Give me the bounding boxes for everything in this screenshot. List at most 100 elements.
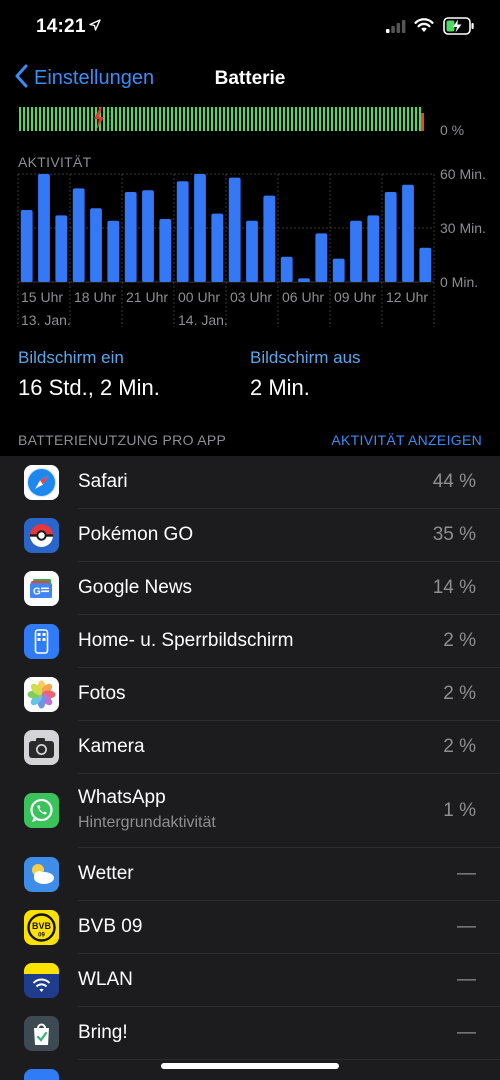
battery-level-bar xyxy=(255,107,257,131)
usage-section-title: BATTERIENUTZUNG PRO APP xyxy=(18,432,227,448)
battery-level-bar xyxy=(159,107,161,131)
x-axis-label: 09 Uhr xyxy=(334,289,377,305)
y-axis-label-60: 60 Min. xyxy=(440,166,486,182)
battery-level-bar xyxy=(39,107,41,131)
battery-level-bar xyxy=(411,107,413,131)
app-row-camera[interactable]: Kamera 2 % xyxy=(0,721,500,774)
battery-level-bar xyxy=(235,107,237,131)
battery-level-bar xyxy=(91,107,93,131)
app-subtitle: Hintergrundaktivität xyxy=(78,814,216,831)
app-row-pokemon-go[interactable]: Pokémon GO 35 % xyxy=(0,509,500,562)
svg-text:BVB: BVB xyxy=(32,921,52,931)
battery-level-bar xyxy=(211,107,213,131)
activity-bar xyxy=(246,220,258,282)
app-name: Home- u. Sperrbildschirm xyxy=(78,630,294,651)
svg-text:09: 09 xyxy=(38,933,45,939)
app-name: Wetter xyxy=(78,863,134,884)
activity-bar xyxy=(280,256,293,282)
battery-level-bar xyxy=(51,107,53,131)
date-label: 13. Jan. xyxy=(21,312,71,328)
app-row-photos[interactable]: Fotos 2 % xyxy=(0,668,500,721)
app-row-home-lock-screen[interactable]: Home- u. Sperrbildschirm 2 % xyxy=(0,615,500,668)
battery-level-bar xyxy=(391,107,393,131)
status-time: 14:21 xyxy=(36,16,86,37)
battery-level-bar xyxy=(79,107,81,131)
app-row-wlan[interactable]: WLAN — xyxy=(0,954,500,1007)
battery-level-bar xyxy=(359,107,361,131)
activity-bar xyxy=(142,190,154,282)
x-axis-label: 12 Uhr xyxy=(386,289,429,305)
battery-level-bar xyxy=(123,107,125,131)
svg-text:G: G xyxy=(33,587,41,598)
battery-level-bar xyxy=(303,107,305,131)
battery-level-bar xyxy=(171,107,173,131)
battery-level-bar xyxy=(415,107,417,131)
battery-level-bar xyxy=(323,107,325,131)
app-percentage: 2 % xyxy=(443,736,476,757)
x-axis-label: 18 Uhr xyxy=(74,289,117,305)
battery-level-bar xyxy=(371,107,373,131)
battery-level-bar xyxy=(271,107,273,131)
battery-level-bar xyxy=(407,107,409,131)
activity-bar xyxy=(38,174,50,282)
app-icon xyxy=(24,1069,59,1080)
battery-level-bar xyxy=(207,107,209,131)
battery-level-axis-label: 0 % xyxy=(440,122,465,138)
app-row-bring[interactable]: Bring! — xyxy=(0,1007,500,1060)
battery-level-bar xyxy=(27,107,29,131)
app-row-bvb[interactable]: BVB 09 BVB 09 — xyxy=(0,901,500,954)
battery-level-bar xyxy=(299,107,301,131)
battery-level-chart xyxy=(18,107,428,131)
screen-off-value: 2 Min. xyxy=(250,375,310,400)
battery-level-bar xyxy=(267,107,269,131)
y-axis-label-30: 30 Min. xyxy=(440,220,486,236)
pokemon-go-icon xyxy=(24,518,59,553)
battery-level-bar xyxy=(35,107,37,131)
battery-level-bar xyxy=(199,107,201,131)
battery-level-bar xyxy=(243,107,245,131)
battery-level-bar xyxy=(163,107,165,131)
safari-icon xyxy=(24,465,59,500)
battery-level-low-mark xyxy=(421,113,424,131)
app-percentage: — xyxy=(457,916,476,937)
battery-level-bar xyxy=(151,107,153,131)
whatsapp-icon xyxy=(24,793,59,828)
app-percentage: 14 % xyxy=(432,577,476,598)
battery-level-bar xyxy=(319,107,321,131)
show-activity-button[interactable]: AKTIVITÄT ANZEIGEN xyxy=(331,432,482,448)
battery-level-bar xyxy=(395,107,397,131)
activity-bar xyxy=(90,208,102,282)
home-indicator[interactable] xyxy=(161,1063,339,1069)
battery-level-bar xyxy=(239,107,241,131)
battery-level-bar xyxy=(203,107,205,131)
battery-level-bar xyxy=(175,107,177,131)
battery-level-bar xyxy=(419,107,421,131)
app-percentage: 2 % xyxy=(443,683,476,704)
battery-level-bar xyxy=(83,107,85,131)
status-bar: 14:21 xyxy=(0,0,500,52)
y-axis-label-0: 0 Min. xyxy=(440,274,479,290)
battery-level-bar xyxy=(19,107,21,131)
battery-level-bar xyxy=(115,107,117,131)
battery-level-bar xyxy=(143,107,145,131)
battery-level-bar xyxy=(183,107,185,131)
activity-chart[interactable]: 60 Min. 30 Min. 0 Min. 15 Uhr 18 Uhr 21 … xyxy=(0,162,500,332)
activity-bar xyxy=(211,213,224,282)
app-percentage: — xyxy=(457,969,476,990)
battery-level-bar xyxy=(279,107,281,131)
x-axis-label: 15 Uhr xyxy=(21,289,64,305)
battery-level-bar xyxy=(347,107,349,131)
app-row-whatsapp[interactable]: WhatsApp Hintergrundaktivität 1 % xyxy=(0,774,500,848)
app-row-safari[interactable]: Safari 44 % xyxy=(0,456,500,509)
app-row-google-news[interactable]: G Google News 14 % xyxy=(0,562,500,615)
battery-level-bar xyxy=(387,107,389,131)
battery-charging-icon xyxy=(443,17,475,40)
app-percentage: 35 % xyxy=(432,524,476,545)
battery-level-bar xyxy=(75,107,77,131)
app-name: Pokémon GO xyxy=(78,524,194,545)
battery-level-bar xyxy=(87,107,89,131)
app-row-weather[interactable]: Wetter — xyxy=(0,848,500,901)
home-lock-screen-icon xyxy=(24,624,59,659)
battery-level-bar xyxy=(291,107,293,131)
google-news-icon: G xyxy=(24,571,59,606)
